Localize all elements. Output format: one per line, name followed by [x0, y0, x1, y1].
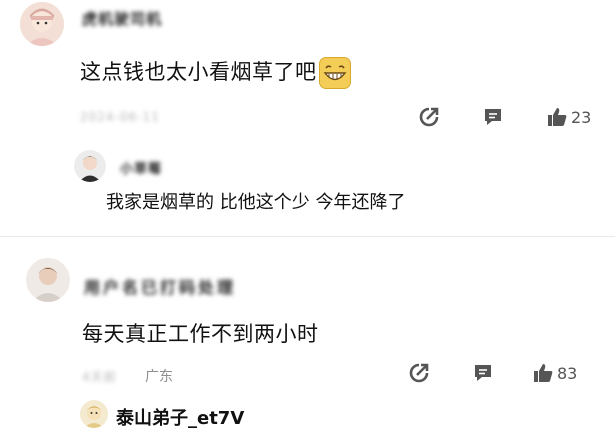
comment-author-name[interactable]: 用户名已打码处理 — [84, 274, 236, 298]
divider — [0, 236, 615, 237]
avatar[interactable] — [20, 2, 64, 46]
avatar[interactable] — [80, 400, 108, 428]
comment-timestamp: 2024-06-11 — [80, 110, 160, 124]
reply-icon — [485, 109, 501, 125]
reply-avatar[interactable] — [74, 150, 106, 182]
avatar-image — [80, 400, 108, 428]
like-icon — [548, 108, 567, 126]
comment-text-content: 这点钱也太小看烟草了吧 — [80, 60, 317, 84]
comment-text: 这点钱也太小看烟草了吧 — [80, 56, 351, 89]
avatar[interactable] — [26, 258, 70, 302]
avatar-image — [74, 150, 106, 182]
share-button[interactable] — [418, 106, 440, 128]
avatar-image — [20, 2, 64, 46]
comment-timestamp: 4天前 — [82, 370, 117, 384]
grin-emoji-icon — [318, 57, 351, 89]
reply-icon — [475, 365, 491, 381]
like-button[interactable]: 23 — [546, 106, 591, 128]
reply-button[interactable] — [482, 106, 504, 128]
comment-author-name[interactable]: 虎机驶司机 — [82, 8, 162, 29]
like-count: 23 — [571, 107, 592, 127]
comment-author-name[interactable]: 泰山弟子_et7V — [116, 404, 244, 430]
reply-author-name[interactable]: 小草莓 — [120, 158, 162, 177]
like-count: 83 — [557, 363, 578, 383]
reply-text: 我家是烟草的 比他这个少 今年还降了 — [106, 192, 406, 213]
share-icon — [419, 107, 439, 127]
like-button[interactable]: 83 — [532, 362, 577, 384]
reply-button[interactable] — [472, 362, 494, 384]
avatar-image — [26, 258, 70, 302]
comment-text: 每天真正工作不到两小时 — [82, 322, 319, 346]
share-button[interactable] — [408, 362, 430, 384]
location-label: 广东 — [145, 369, 173, 385]
like-icon — [534, 364, 553, 382]
share-icon — [409, 363, 429, 383]
